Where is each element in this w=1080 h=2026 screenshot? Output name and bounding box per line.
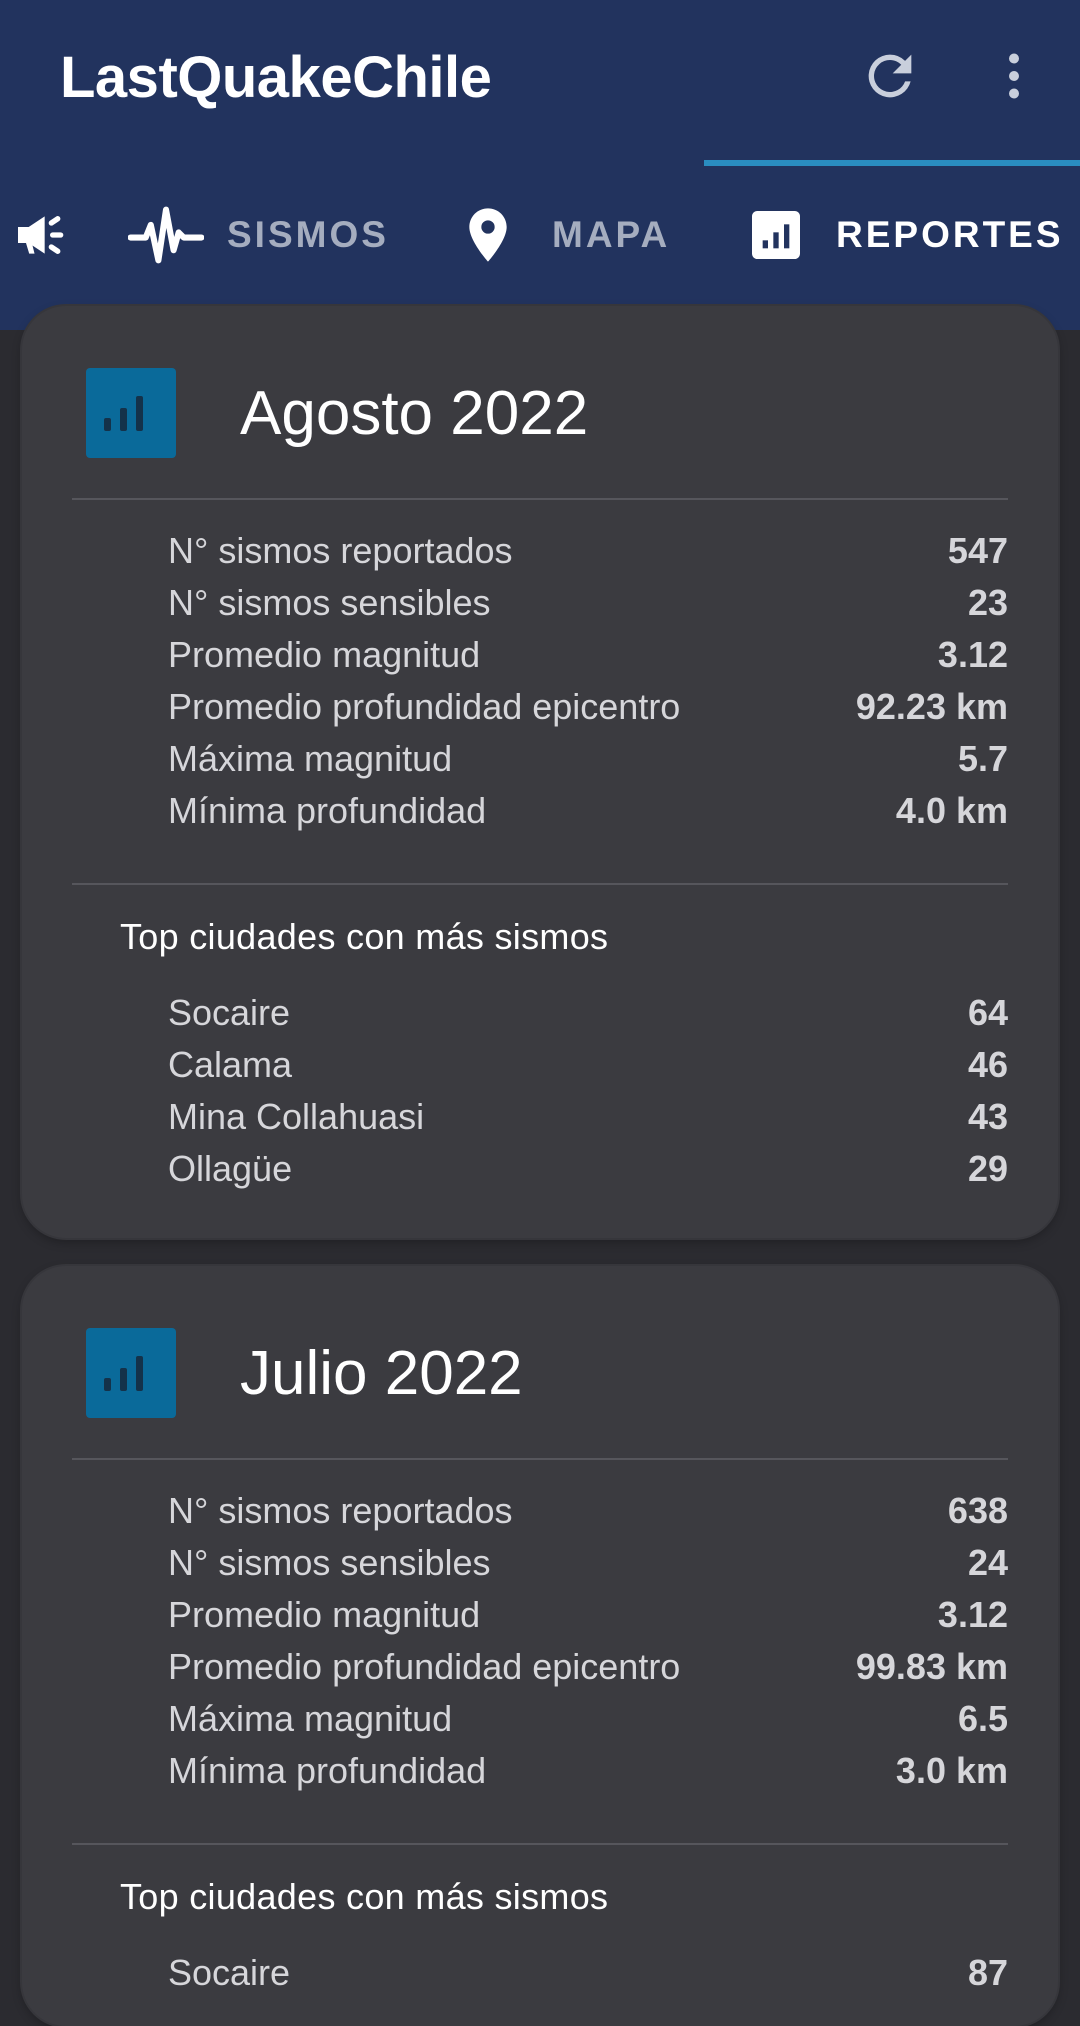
stat-row: N° sismos reportados 638 (168, 1490, 1008, 1542)
refresh-icon (868, 54, 912, 98)
city-row: Socaire 64 (168, 992, 1008, 1044)
tab-reportes-label: REPORTES (836, 214, 1064, 255)
stat-row: Promedio profundidad epicentro 99.83 km (168, 1646, 1008, 1698)
city-count: 64 (967, 992, 1008, 1033)
stat-value: 3.0 km (895, 1750, 1008, 1791)
tab-mapa-label: MAPA (552, 214, 671, 255)
divider (72, 1458, 1008, 1460)
tab-sismos[interactable]: SISMOS (124, 190, 394, 280)
stat-row: N° sismos reportados 547 (168, 530, 1008, 582)
stat-label: N° sismos reportados (168, 530, 513, 571)
stat-row: Máxima magnitud 6.5 (168, 1698, 1008, 1750)
active-tab-indicator (704, 160, 1080, 166)
city-count: 46 (967, 1044, 1008, 1085)
stat-value: 5.7 (957, 738, 1008, 779)
stat-row: Mínima profundidad 4.0 km (168, 790, 1008, 842)
stat-label: N° sismos reportados (168, 1490, 513, 1531)
stat-row: Mínima profundidad 3.0 km (168, 1750, 1008, 1802)
city-row: Calama 46 (168, 1044, 1008, 1096)
city-count: 43 (967, 1096, 1008, 1137)
stat-value: 3.12 (937, 634, 1008, 675)
city-name: Ollagüe (168, 1148, 293, 1189)
stat-row: N° sismos sensibles 24 (168, 1542, 1008, 1594)
stat-value: 99.83 km (855, 1646, 1008, 1687)
tab-mapa[interactable]: MAPA (456, 190, 676, 280)
stat-label: N° sismos sensibles (168, 582, 491, 623)
more-vert-icon (1009, 53, 1019, 99)
stat-value: 92.23 km (855, 686, 1008, 727)
stat-label: Promedio profundidad epicentro (168, 1646, 681, 1687)
city-row: Socaire 87 (168, 1952, 1008, 2004)
top-cities-title: Top ciudades con más sismos (120, 916, 609, 957)
stat-value: 638 (947, 1490, 1008, 1531)
divider (72, 498, 1008, 500)
stat-label: Promedio magnitud (168, 634, 481, 675)
tab-noticias[interactable] (0, 190, 90, 280)
stat-value: 547 (947, 530, 1008, 571)
report-card[interactable]: Agosto 2022 N° sismos reportados 547 N° … (22, 306, 1058, 1238)
stat-label: Mínima profundidad (168, 1750, 487, 1791)
app-bar: LastQuakeChile SISMOS MAPA REPORTES (0, 0, 1080, 330)
tab-reportes[interactable]: REPORTES (744, 190, 1080, 280)
city-count: 29 (967, 1148, 1008, 1189)
divider (72, 883, 1008, 885)
stat-row: Máxima magnitud 5.7 (168, 738, 1008, 790)
stat-label: Máxima magnitud (168, 1698, 453, 1739)
city-name: Socaire (168, 1952, 291, 1993)
stat-value: 6.5 (957, 1698, 1008, 1739)
report-card[interactable]: Julio 2022 N° sismos reportados 638 N° s… (22, 1266, 1058, 2026)
location-pin-icon (469, 208, 507, 262)
stat-label: Promedio magnitud (168, 1594, 481, 1635)
city-name: Calama (168, 1044, 293, 1085)
divider (72, 1843, 1008, 1845)
city-row: Mina Collahuasi 43 (168, 1096, 1008, 1148)
stat-value: 4.0 km (895, 790, 1008, 831)
city-row: Ollagüe 29 (168, 1148, 1008, 1200)
more-options-button[interactable] (984, 44, 1044, 108)
stat-value: 24 (967, 1542, 1008, 1583)
report-icon (86, 368, 176, 458)
city-name: Mina Collahuasi (168, 1096, 425, 1137)
bar-chart-icon (752, 211, 800, 259)
report-icon (86, 1328, 176, 1418)
city-name: Socaire (168, 992, 291, 1033)
stat-label: Mínima profundidad (168, 790, 487, 831)
refresh-button[interactable] (858, 44, 922, 108)
stat-value: 3.12 (937, 1594, 1008, 1635)
app-title: LastQuakeChile (60, 45, 492, 110)
tab-sismos-label: SISMOS (227, 214, 389, 255)
report-title: Julio 2022 (240, 1339, 523, 1408)
city-count: 87 (967, 1952, 1008, 1993)
stat-row: Promedio magnitud 3.12 (168, 634, 1008, 686)
stat-row: N° sismos sensibles 23 (168, 582, 1008, 634)
top-cities-title: Top ciudades con más sismos (120, 1876, 609, 1917)
report-title: Agosto 2022 (240, 379, 589, 448)
stat-label: Promedio profundidad epicentro (168, 686, 681, 727)
megaphone-icon (18, 216, 64, 254)
stat-value: 23 (967, 582, 1008, 623)
stat-row: Promedio magnitud 3.12 (168, 1594, 1008, 1646)
stat-label: N° sismos sensibles (168, 1542, 491, 1583)
waveform-icon (128, 206, 204, 264)
stat-label: Máxima magnitud (168, 738, 453, 779)
stat-row: Promedio profundidad epicentro 92.23 km (168, 686, 1008, 738)
